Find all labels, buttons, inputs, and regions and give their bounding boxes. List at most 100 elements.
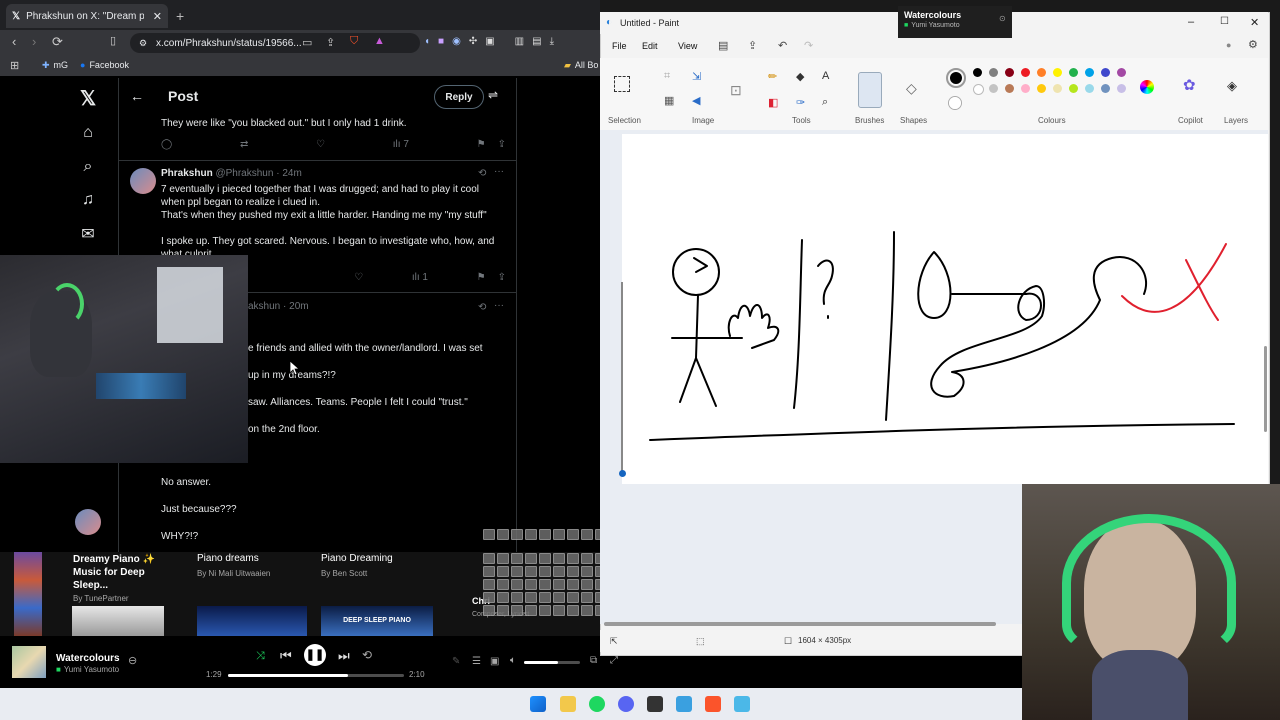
- brave-shield-icon[interactable]: ⛉: [350, 35, 358, 48]
- lyrics-icon[interactable]: ✎: [452, 656, 460, 667]
- puzzle-icon[interactable]: ✣: [469, 36, 477, 47]
- shapes-icon[interactable]: ◇: [906, 80, 917, 97]
- cover-art[interactable]: [72, 606, 164, 636]
- zoom-slider[interactable]: [618, 270, 626, 490]
- crop-icon[interactable]: ⌗: [664, 70, 670, 83]
- color-picker-icon[interactable]: ✑: [796, 96, 805, 109]
- miniplayer-icon[interactable]: ⧉: [590, 655, 597, 666]
- reload-icon[interactable]: ⟳: [52, 34, 63, 50]
- volume-icon[interactable]: 🔈︎: [510, 655, 516, 666]
- color-swatch[interactable]: [989, 68, 998, 77]
- color-swatch[interactable]: [1021, 84, 1030, 93]
- redo-icon[interactable]: ↷: [804, 39, 813, 52]
- resize-icon[interactable]: ⇲: [692, 70, 701, 83]
- text-icon[interactable]: A: [822, 70, 829, 82]
- add-to-playlist-icon[interactable]: ⊖: [128, 654, 137, 667]
- paint-icon[interactable]: [734, 696, 750, 712]
- translate-icon[interactable]: ◖: [424, 36, 430, 47]
- cast-icon[interactable]: ▭: [302, 36, 312, 49]
- like-icon[interactable]: ♡: [354, 272, 363, 283]
- share-icon[interactable]: ⇪: [748, 39, 757, 52]
- color-swatch[interactable]: [1101, 84, 1110, 93]
- author-name[interactable]: Phrakshun: [161, 168, 213, 179]
- vertical-scrollbar[interactable]: [1264, 346, 1267, 432]
- color-swatch[interactable]: [1053, 68, 1062, 77]
- color-swatch[interactable]: [1069, 84, 1078, 93]
- image-generator-icon[interactable]: ⊡: [730, 82, 742, 99]
- bookmark-icon[interactable]: ▯: [110, 34, 116, 47]
- sidebar-icon[interactable]: ▥: [515, 36, 524, 47]
- color-swatch[interactable]: [1117, 68, 1126, 77]
- rotate-icon[interactable]: ◀: [692, 94, 700, 107]
- download-icon[interactable]: ⤓: [550, 36, 554, 47]
- now-playing-art[interactable]: [12, 646, 46, 678]
- grok-icon[interactable]: ⟲: [478, 302, 486, 313]
- maximize-icon[interactable]: ☐: [1220, 16, 1229, 27]
- progress-bar[interactable]: [228, 674, 404, 677]
- color-swatch[interactable]: [1117, 84, 1126, 93]
- search-icon[interactable]: ⌕: [78, 158, 98, 178]
- retweet-icon[interactable]: ⇄: [240, 139, 248, 150]
- cover-art[interactable]: [197, 606, 307, 636]
- more-icon[interactable]: ···: [494, 300, 504, 311]
- fill-icon[interactable]: ◆: [796, 70, 804, 83]
- more-icon[interactable]: ···: [494, 166, 504, 177]
- primary-color-swatch[interactable]: [946, 68, 966, 88]
- share-icon[interactable]: ⇪: [326, 36, 335, 49]
- file-explorer-icon[interactable]: [560, 696, 576, 712]
- bookmark-item-facebook[interactable]: ● Facebook: [80, 60, 129, 70]
- playlist-card[interactable]: Piano dreams By Ni Mali Uitwaaien: [197, 553, 307, 578]
- home-icon[interactable]: ⌂: [78, 124, 98, 144]
- horizontal-scrollbar[interactable]: [604, 622, 996, 626]
- copilot-icon[interactable]: ✿: [1183, 76, 1196, 94]
- minimize-icon[interactable]: –: [1188, 16, 1194, 28]
- fullscreen-icon[interactable]: ⤢: [610, 655, 618, 666]
- close-icon[interactable]: ✕: [153, 10, 162, 23]
- color-swatch[interactable]: [1069, 68, 1078, 77]
- apps-grid-icon[interactable]: ⊞: [10, 59, 19, 72]
- layers-icon[interactable]: ◈: [1227, 78, 1237, 94]
- views-count[interactable]: ılı 1: [412, 272, 428, 283]
- share-icon[interactable]: ⇪: [498, 139, 506, 150]
- author-avatar[interactable]: [130, 168, 156, 194]
- account-icon[interactable]: ●: [1226, 40, 1231, 50]
- start-icon[interactable]: [530, 696, 546, 712]
- spotify-icon[interactable]: [589, 696, 605, 712]
- drawing-canvas[interactable]: [622, 134, 1268, 484]
- secondary-color-swatch[interactable]: [948, 96, 962, 110]
- undo-icon[interactable]: ↶: [778, 39, 787, 52]
- menu-view[interactable]: View: [678, 41, 697, 51]
- save-icon[interactable]: ▤: [718, 39, 728, 52]
- volume-slider[interactable]: [524, 661, 580, 664]
- rewards-icon[interactable]: ▲: [374, 35, 385, 47]
- filter-icon[interactable]: ⇌: [488, 88, 498, 102]
- track-title[interactable]: Watercolours: [56, 653, 120, 664]
- cover-art-deep-sleep[interactable]: DEEP SLEEP PIANO: [321, 606, 433, 636]
- color-swatch[interactable]: [1037, 68, 1046, 77]
- zoom-thumb[interactable]: [618, 470, 626, 477]
- next-icon[interactable]: ⏭: [338, 648, 350, 664]
- extension-icon[interactable]: ◉: [452, 36, 461, 47]
- app-icon[interactable]: [676, 696, 692, 712]
- track-artist[interactable]: ■ Yumi Yasumoto: [56, 665, 119, 674]
- select-rectangle-icon[interactable]: [614, 76, 630, 92]
- x-logo-icon[interactable]: 𝕏: [78, 86, 98, 110]
- pencil-icon[interactable]: ✏: [768, 70, 777, 83]
- account-avatar[interactable]: [75, 509, 101, 535]
- repeat-icon[interactable]: ⟲: [362, 648, 372, 662]
- bell-icon[interactable]: ♫: [78, 191, 98, 211]
- library-thumbnails[interactable]: [14, 552, 42, 636]
- connect-device-icon[interactable]: ▣: [490, 656, 499, 667]
- edit-colors-icon[interactable]: [1140, 80, 1154, 94]
- site-info-icon[interactable]: ⚙: [139, 38, 147, 49]
- views-count[interactable]: ılı 7: [393, 139, 409, 150]
- menu-edit[interactable]: Edit: [642, 41, 658, 51]
- grok-icon[interactable]: ⟲: [478, 168, 486, 179]
- magnifier-icon[interactable]: ⌕: [822, 96, 828, 109]
- bookmark-icon[interactable]: ⚑: [477, 139, 486, 150]
- menu-file[interactable]: File: [612, 41, 627, 51]
- toast-close-icon[interactable]: ⊙: [999, 14, 1006, 23]
- tab-search-icon[interactable]: ▣: [485, 36, 494, 47]
- color-swatch[interactable]: [1037, 84, 1046, 93]
- back-arrow-icon[interactable]: ←: [130, 88, 144, 104]
